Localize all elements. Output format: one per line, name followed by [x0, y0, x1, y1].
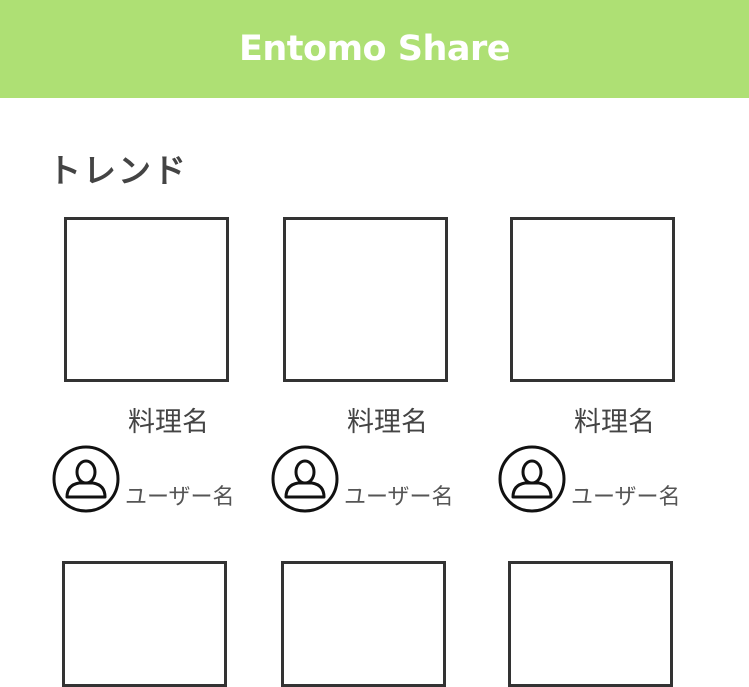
recipe-thumbnail[interactable]	[510, 217, 675, 382]
user-avatar-icon[interactable]	[498, 445, 566, 513]
user-name[interactable]: ユーザー名	[125, 479, 235, 511]
recipe-thumbnail[interactable]	[64, 217, 229, 382]
dish-name[interactable]: 料理名	[128, 400, 209, 439]
recipe-thumbnail[interactable]	[62, 561, 227, 687]
user-name[interactable]: ユーザー名	[571, 479, 681, 511]
app-header: Entomo Share	[0, 0, 749, 98]
dish-name[interactable]: 料理名	[347, 400, 428, 439]
recipe-thumbnail[interactable]	[281, 561, 446, 687]
user-avatar-icon[interactable]	[52, 445, 120, 513]
user-name[interactable]: ユーザー名	[344, 479, 454, 511]
app-title: Entomo Share	[238, 29, 511, 69]
user-avatar-icon[interactable]	[271, 445, 339, 513]
section-title-trend: トレンド	[48, 151, 188, 190]
recipe-thumbnail[interactable]	[283, 217, 448, 382]
dish-name[interactable]: 料理名	[574, 400, 655, 439]
recipe-thumbnail[interactable]	[508, 561, 673, 687]
